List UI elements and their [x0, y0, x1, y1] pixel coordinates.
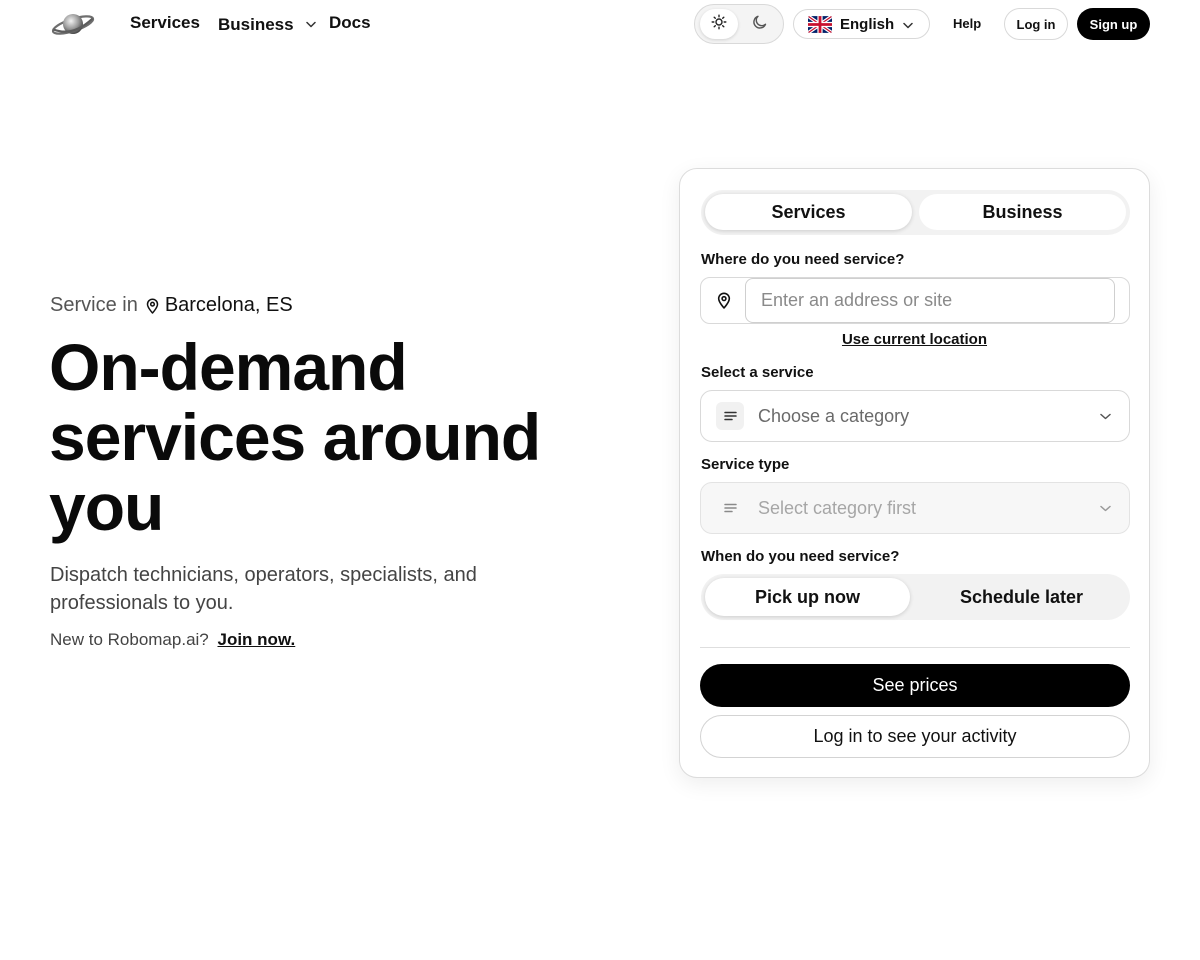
chevron-down-icon — [903, 16, 913, 33]
join-now-link[interactable]: Join now. — [218, 630, 296, 649]
booking-card: Services Business Where do you need serv… — [679, 168, 1150, 778]
service-city[interactable]: Barcelona, ES — [165, 294, 293, 317]
tab-business[interactable]: Business — [919, 194, 1126, 230]
theme-toggle — [694, 4, 784, 44]
nav-services[interactable]: Services — [130, 13, 200, 33]
dark-theme-button[interactable] — [741, 9, 779, 39]
schedule-later-option[interactable]: Schedule later — [917, 578, 1126, 616]
chevron-down-icon — [1100, 407, 1111, 425]
map-pin-icon — [717, 292, 731, 314]
join-line: New to Robomap.ai? Join now. — [50, 630, 295, 650]
nav-business-label: Business — [218, 15, 294, 34]
see-prices-button[interactable]: See prices — [700, 664, 1130, 707]
chevron-down-icon — [306, 13, 317, 33]
divider — [700, 647, 1130, 648]
help-link[interactable]: Help — [953, 16, 981, 31]
address-field — [700, 277, 1130, 324]
chevron-down-icon — [1100, 499, 1111, 517]
service-in-prefix: Service in — [50, 294, 138, 316]
pick-up-now-option[interactable]: Pick up now — [705, 578, 910, 616]
timing-toggle: Pick up now Schedule later — [701, 574, 1130, 620]
hero-title: On-demand services around you — [49, 332, 609, 542]
language-label: English — [840, 15, 895, 33]
login-activity-button[interactable]: Log in to see your activity — [700, 715, 1130, 758]
hero-title-line-2: services around — [49, 400, 541, 474]
language-selector[interactable]: English — [793, 9, 930, 39]
nav-business[interactable]: Business — [218, 13, 317, 35]
moon-icon — [752, 14, 768, 35]
hero-title-line-1: On-demand — [49, 330, 408, 404]
use-current-location-link[interactable]: Use current location — [680, 331, 1149, 348]
light-theme-button[interactable] — [700, 9, 738, 39]
lines-icon — [716, 402, 744, 430]
service-type-label: Service type — [701, 456, 790, 473]
sun-icon — [711, 14, 727, 35]
service-category-select[interactable]: Choose a category — [700, 390, 1130, 442]
uk-flag-icon — [808, 15, 832, 33]
mode-tabs: Services Business — [701, 190, 1130, 235]
nav-docs-label: Docs — [329, 13, 371, 32]
nav-services-label: Services — [130, 13, 200, 32]
service-type-value: Select category first — [758, 497, 917, 518]
join-prompt: New to Robomap.ai? — [50, 630, 209, 649]
service-type-select[interactable]: Select category first — [700, 482, 1130, 534]
lines-icon — [716, 494, 744, 522]
hero-subtitle: Dispatch technicians, operators, special… — [50, 564, 477, 614]
signup-button[interactable]: Sign up — [1077, 8, 1150, 40]
login-button[interactable]: Log in — [1004, 8, 1068, 40]
hero-title-line-3: you — [49, 470, 164, 544]
planet-logo-icon[interactable] — [50, 10, 96, 38]
when-label: When do you need service? — [701, 548, 900, 565]
service-label: Select a service — [701, 364, 814, 381]
service-location-line: Service in Barcelona, ES — [50, 294, 293, 317]
address-label: Where do you need service? — [701, 251, 905, 268]
top-nav: Services Business Docs English Help Log … — [0, 0, 1200, 50]
nav-docs[interactable]: Docs — [329, 13, 371, 33]
map-pin-icon — [146, 298, 159, 314]
address-input[interactable] — [745, 278, 1115, 323]
tab-services[interactable]: Services — [705, 194, 912, 230]
service-category-value: Choose a category — [758, 405, 910, 426]
